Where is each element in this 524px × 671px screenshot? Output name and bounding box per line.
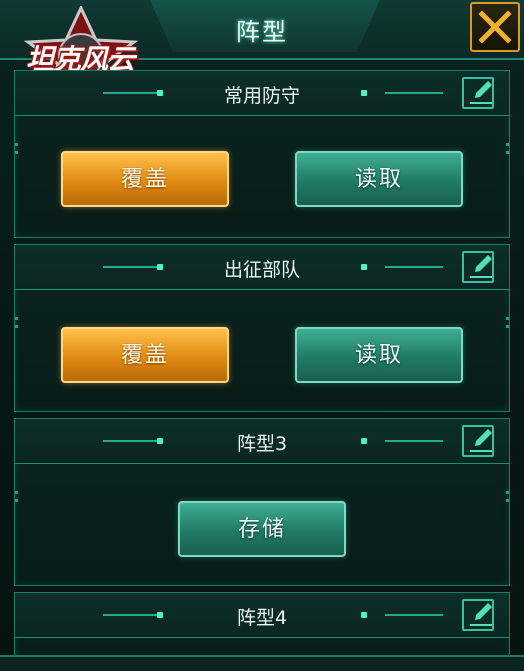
- side-marker: [15, 499, 18, 502]
- side-marker: [15, 491, 18, 494]
- panel-title: 阵型3: [236, 433, 288, 455]
- close-icon: [478, 10, 512, 44]
- side-marker: [15, 325, 18, 328]
- load-button[interactable]: 读取: [295, 151, 463, 207]
- edit-icon: [470, 603, 492, 626]
- side-marker: [15, 143, 18, 146]
- side-marker: [15, 151, 18, 154]
- decor-dot: [361, 264, 367, 270]
- panel-header: 出征部队: [15, 245, 509, 290]
- formation-panel-1: 常用防守 覆盖 读取: [14, 70, 510, 238]
- formation-panel-2: 出征部队 覆盖 读取: [14, 244, 510, 412]
- load-button[interactable]: 读取: [295, 327, 463, 383]
- edit-name-button[interactable]: [462, 599, 494, 631]
- decor-line: [385, 440, 443, 442]
- edit-name-button[interactable]: [462, 77, 494, 109]
- side-marker: [506, 317, 509, 320]
- decor-line: [385, 614, 443, 616]
- edit-name-button[interactable]: [462, 425, 494, 457]
- side-marker: [506, 151, 509, 154]
- save-button[interactable]: 存储: [178, 501, 346, 557]
- formation-window: 阵型 坦克风云 常用防守 覆盖 读取 出征部队 覆盖 读取 阵型3 存储 阵型4: [0, 0, 524, 671]
- decor-line: [385, 92, 443, 94]
- side-marker: [506, 491, 509, 494]
- decor-dot: [361, 438, 367, 444]
- panel-header: 常用防守: [15, 71, 509, 116]
- panel-title: 阵型4: [236, 607, 288, 629]
- decor-dot: [361, 90, 367, 96]
- side-marker: [15, 317, 18, 320]
- overwrite-button[interactable]: 覆盖: [61, 151, 229, 207]
- side-marker: [506, 325, 509, 328]
- edit-icon: [470, 81, 492, 104]
- edit-icon: [470, 429, 492, 452]
- panel-title: 出征部队: [223, 259, 300, 281]
- formation-panel-3: 阵型3 存储: [14, 418, 510, 586]
- edit-name-button[interactable]: [462, 251, 494, 283]
- edit-icon: [470, 255, 492, 278]
- close-button[interactable]: [470, 2, 520, 52]
- decor-dot: [361, 612, 367, 618]
- panel-header: 阵型3: [15, 419, 509, 464]
- formation-panel-4: 阵型4: [14, 592, 510, 664]
- overwrite-button[interactable]: 覆盖: [61, 327, 229, 383]
- side-marker: [506, 143, 509, 146]
- side-marker: [506, 499, 509, 502]
- panel-header: 阵型4: [15, 593, 509, 638]
- panel-title: 常用防守: [223, 85, 300, 107]
- decor-line: [385, 266, 443, 268]
